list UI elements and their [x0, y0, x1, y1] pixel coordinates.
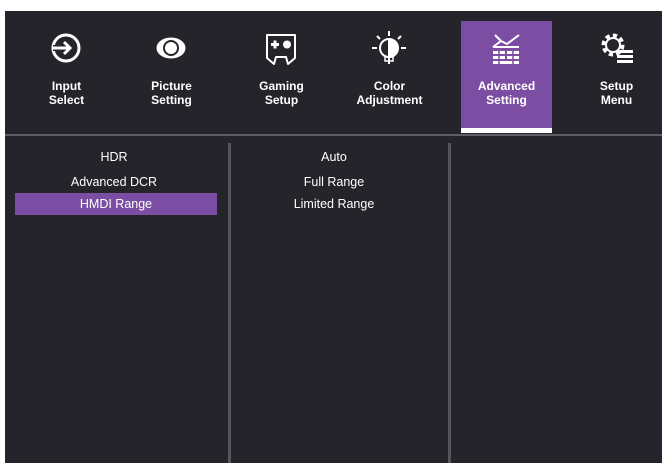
tab-label: Setup Menu: [599, 79, 634, 107]
option-full-range[interactable]: Full Range: [231, 171, 437, 193]
tab-label: Gaming Setup: [259, 79, 304, 107]
tab-color-adjustment[interactable]: Color Adjustment: [344, 21, 435, 131]
menu-item-advanced-dcr[interactable]: Advanced DCR: [5, 171, 223, 193]
osd-menu: Input Select Picture Setting Gaming Setu…: [5, 11, 662, 463]
tab-advanced-setting[interactable]: Advanced Setting: [461, 21, 552, 131]
advanced-setting-icon: [489, 31, 523, 65]
menu-item-hdr[interactable]: HDR: [5, 146, 223, 168]
gamepad-icon: [264, 31, 298, 65]
eye-icon: [154, 31, 188, 65]
menu-item-hmdi-range[interactable]: HMDI Range: [15, 193, 217, 215]
menu-column-2: Auto Full Range Limited Range: [231, 143, 449, 463]
tab-bar: Input Select Picture Setting Gaming Setu…: [5, 11, 662, 131]
option-limited-range[interactable]: Limited Range: [231, 193, 437, 215]
input-select-icon: [49, 31, 83, 65]
menu-column-3: [451, 143, 662, 463]
tab-label: Color Adjustment: [356, 79, 423, 107]
tab-label: Advanced Setting: [477, 79, 536, 107]
tab-label: Picture Setting: [151, 79, 192, 107]
tab-gaming-setup[interactable]: Gaming Setup: [236, 21, 327, 131]
active-tab-indicator: [461, 128, 552, 133]
menu-column-1: HDR Advanced DCR HMDI Range: [5, 143, 228, 463]
tab-label: Input Select: [48, 79, 85, 107]
color-bulb-icon: [372, 31, 406, 65]
tab-setup-menu[interactable]: Setup Menu: [571, 21, 662, 131]
header-divider: [5, 134, 662, 136]
tab-picture-setting[interactable]: Picture Setting: [126, 21, 217, 131]
option-auto[interactable]: Auto: [231, 146, 437, 168]
gear-menu-icon: [599, 31, 633, 65]
tab-input-select[interactable]: Input Select: [21, 21, 112, 131]
